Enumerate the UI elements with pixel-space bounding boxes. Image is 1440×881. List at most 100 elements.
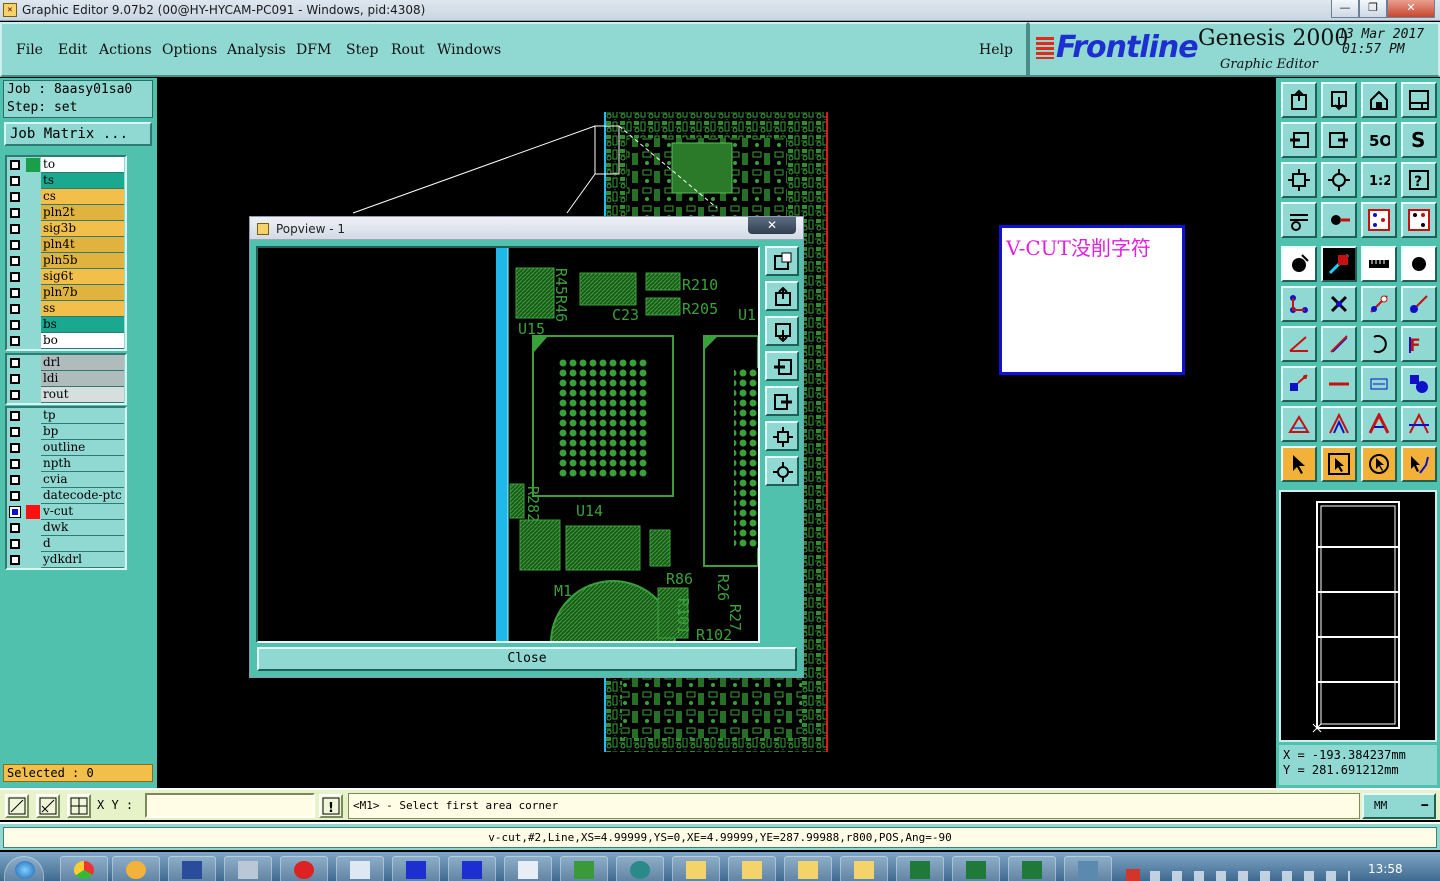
layer-row-bp[interactable]: bp xyxy=(7,424,125,440)
measure-icon[interactable] xyxy=(1281,202,1317,238)
taskbar-app-10[interactable] xyxy=(560,856,608,881)
taskbar-app-5[interactable] xyxy=(280,856,328,881)
menu-windows[interactable]: Windows xyxy=(437,42,501,58)
layer-checkbox[interactable] xyxy=(10,256,20,266)
layer-row-to[interactable]: to xyxy=(7,157,125,173)
triangle-measure-icon[interactable] xyxy=(1401,406,1437,442)
zoom-fit-icon[interactable] xyxy=(1281,162,1317,198)
overview-map[interactable] xyxy=(1279,490,1437,742)
pad-icon[interactable] xyxy=(1321,202,1357,238)
popview-zoom-window-icon[interactable] xyxy=(765,246,799,276)
layer-row-npth[interactable]: npth xyxy=(7,456,125,472)
layer-row-dwk[interactable]: dwk xyxy=(7,520,125,536)
taskbar-app-4[interactable] xyxy=(224,856,272,881)
text-icon[interactable]: F xyxy=(1401,326,1437,362)
layer-color-swatch[interactable] xyxy=(26,222,40,236)
zoom-area-icon[interactable] xyxy=(5,794,29,818)
scale-1-2-icon[interactable]: 1:2 xyxy=(1361,162,1397,198)
add-circle-icon[interactable] xyxy=(1401,246,1437,282)
layer-name[interactable]: outline xyxy=(41,440,124,456)
layer-row-ss[interactable]: ss xyxy=(7,301,125,317)
layer-color-swatch[interactable] xyxy=(26,537,40,551)
taskbar-frontline-1[interactable] xyxy=(392,856,440,881)
net-compare-icon[interactable] xyxy=(1401,202,1437,238)
alert-icon[interactable]: ! xyxy=(319,794,343,818)
select-arrow-icon[interactable] xyxy=(1281,446,1317,482)
layer-checkbox[interactable] xyxy=(10,443,20,453)
popview-zoom-home-icon[interactable] xyxy=(765,456,799,486)
layer-name[interactable]: npth xyxy=(41,456,124,472)
layer-name[interactable]: pln5b xyxy=(41,253,124,269)
taskbar-app-11[interactable] xyxy=(616,856,664,881)
zoom-home-icon[interactable] xyxy=(1321,162,1357,198)
layer-checkbox[interactable] xyxy=(10,374,20,384)
connect-pads-icon[interactable] xyxy=(1281,286,1317,322)
pan-left-icon[interactable] xyxy=(1281,122,1317,158)
zoom-diagonal-icon[interactable] xyxy=(36,794,60,818)
layer-row-cvia[interactable]: cvia xyxy=(7,472,125,488)
layer-checkbox[interactable] xyxy=(10,224,20,234)
layer-color-swatch[interactable] xyxy=(26,334,40,348)
layer-color-swatch[interactable] xyxy=(26,318,40,332)
home-icon[interactable] xyxy=(1361,82,1397,118)
line-pad-icon[interactable] xyxy=(1361,286,1397,322)
layer-name[interactable]: ydkdrl xyxy=(41,552,124,568)
units-select[interactable]: MM ━ xyxy=(1362,793,1436,819)
layer-checkbox[interactable] xyxy=(10,176,20,186)
taskbar-app-2[interactable] xyxy=(112,856,160,881)
menu-edit[interactable]: Edit xyxy=(58,42,87,58)
layer-row-cs[interactable]: cs xyxy=(7,189,125,205)
layer-name[interactable]: pln7b xyxy=(41,285,124,301)
layer-name[interactable]: sig6t xyxy=(41,269,124,285)
layer-checkbox[interactable] xyxy=(10,320,20,330)
color-select-icon[interactable] xyxy=(1321,246,1357,282)
layer-name[interactable]: bs xyxy=(41,317,124,333)
start-button[interactable] xyxy=(4,856,44,881)
layer-row-drl[interactable]: drl xyxy=(7,355,125,371)
layer-color-swatch[interactable] xyxy=(26,457,40,471)
popview-pan-up-icon[interactable] xyxy=(765,281,799,311)
layer-name[interactable]: drl xyxy=(41,355,124,371)
dimension-icon[interactable] xyxy=(1361,366,1397,402)
taskbar-frontline-2[interactable] xyxy=(448,856,496,881)
popview-pan-right-icon[interactable] xyxy=(765,386,799,416)
layer-row-outline[interactable]: outline xyxy=(7,440,125,456)
layer-color-swatch[interactable] xyxy=(26,302,40,316)
layer-color-swatch[interactable] xyxy=(26,553,40,567)
taskbar-chrome[interactable] xyxy=(60,856,108,881)
popview-close-x-button[interactable]: ✕ xyxy=(748,217,796,234)
shapes-icon[interactable] xyxy=(1401,366,1437,402)
layer-checkbox[interactable] xyxy=(10,411,20,421)
menu-help[interactable]: Help xyxy=(979,42,1013,58)
layer-row-rout[interactable]: rout xyxy=(7,387,125,403)
layer-color-swatch[interactable] xyxy=(26,505,40,519)
layer-color-swatch[interactable] xyxy=(26,372,40,386)
draw-line-icon[interactable] xyxy=(1321,326,1357,362)
layer-color-swatch[interactable] xyxy=(26,158,40,172)
menu-analysis[interactable]: Analysis xyxy=(227,42,286,58)
layer-checkbox[interactable] xyxy=(10,336,20,346)
layer-checkbox[interactable] xyxy=(10,160,20,170)
popview-pan-left-icon[interactable] xyxy=(765,351,799,381)
popview-zoom-fit-icon[interactable] xyxy=(765,421,799,451)
layer-row-sig6t[interactable]: sig6t xyxy=(7,269,125,285)
layer-name[interactable]: bp xyxy=(41,424,124,440)
layer-name[interactable]: d xyxy=(41,536,124,552)
taskbar-app-6[interactable] xyxy=(336,856,384,881)
delete-icon[interactable] xyxy=(1321,286,1357,322)
layer-color-swatch[interactable] xyxy=(26,174,40,188)
layer-color-swatch[interactable] xyxy=(26,190,40,204)
layer-row-tp[interactable]: tp xyxy=(7,408,125,424)
save-icon[interactable] xyxy=(1321,82,1357,118)
layer-name[interactable]: bo xyxy=(41,333,124,349)
layer-row-bo[interactable]: bo xyxy=(7,333,125,349)
layer-checkbox[interactable] xyxy=(10,523,20,533)
layer-row-datecode-ptc[interactable]: datecode-ptc xyxy=(7,488,125,504)
popview-close-button[interactable]: Close xyxy=(257,647,797,671)
menu-dfm[interactable]: DFM xyxy=(296,42,331,58)
layer-name[interactable]: tp xyxy=(41,408,124,424)
help-icon[interactable]: ? xyxy=(1401,162,1437,198)
layer-row-v-cut[interactable]: v-cut xyxy=(7,504,125,520)
layer-name[interactable]: sig3b xyxy=(41,221,124,237)
layer-color-swatch[interactable] xyxy=(26,254,40,268)
